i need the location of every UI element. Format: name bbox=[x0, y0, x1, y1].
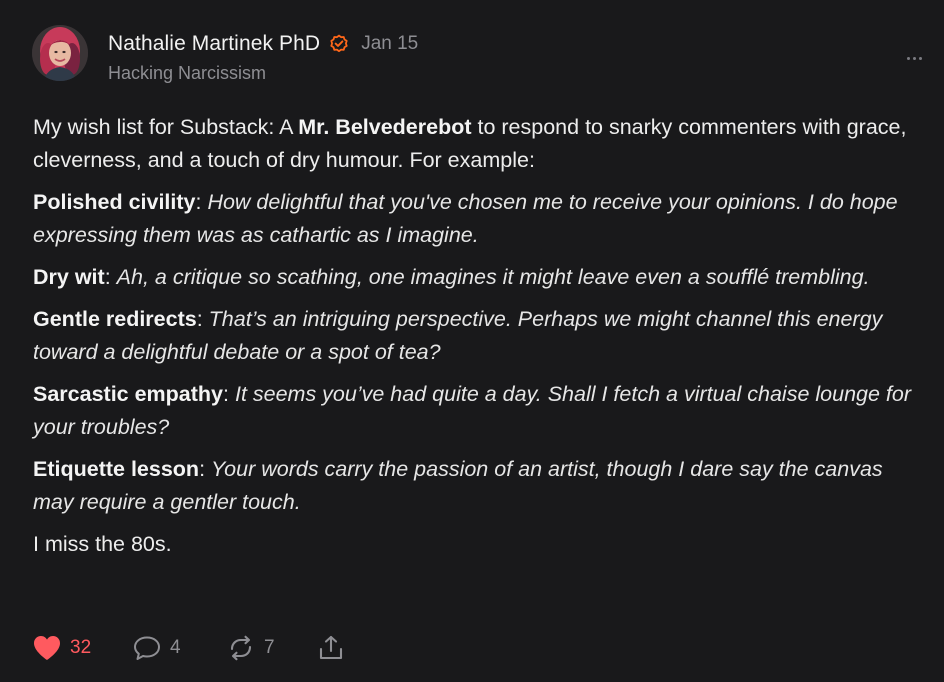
restack-button[interactable]: 7 bbox=[226, 630, 316, 666]
example-item: Dry wit: Ah, a critique so scathing, one… bbox=[33, 261, 928, 294]
example-separator: : bbox=[104, 265, 117, 289]
note-post: Nathalie Martinek PhD Jan 15 Hacking Nar… bbox=[0, 0, 944, 682]
comment-button[interactable]: 4 bbox=[132, 630, 226, 666]
example-item: Gentle redirects: That’s an intriguing p… bbox=[33, 303, 928, 369]
more-options-button[interactable] bbox=[900, 48, 928, 68]
intro-bold: Mr. Belvederebot bbox=[298, 115, 472, 139]
example-label: Sarcastic empathy bbox=[33, 382, 224, 406]
restack-count: 7 bbox=[264, 637, 275, 658]
like-count: 32 bbox=[70, 637, 92, 658]
example-label: Dry wit bbox=[33, 265, 105, 289]
post-intro: My wish list for Substack: A Mr. Belvede… bbox=[33, 111, 928, 177]
avatar-portrait-image bbox=[32, 25, 88, 81]
ellipsis-dot bbox=[918, 56, 922, 60]
comment-icon bbox=[132, 634, 162, 662]
example-label: Polished civility bbox=[33, 190, 196, 214]
example-text: Ah, a critique so scathing, one imagines… bbox=[116, 265, 870, 289]
share-icon bbox=[316, 634, 346, 662]
ellipsis-dot bbox=[912, 56, 916, 60]
example-separator: : bbox=[223, 382, 235, 406]
example-item: Etiquette lesson: Your words carry the p… bbox=[33, 453, 928, 519]
restack-icon bbox=[226, 634, 256, 662]
post-closing: I miss the 80s. bbox=[33, 532, 172, 556]
publication-name[interactable]: Hacking Narcissism bbox=[108, 63, 266, 84]
example-separator: : bbox=[196, 307, 209, 331]
post-date[interactable]: Jan 15 bbox=[361, 33, 418, 55]
author-header: Nathalie Martinek PhD Jan 15 bbox=[108, 29, 418, 59]
share-button[interactable] bbox=[316, 630, 356, 666]
example-label: Gentle redirects bbox=[33, 307, 197, 331]
intro-text: My wish list for Substack: A bbox=[33, 115, 299, 139]
post-body: My wish list for Substack: A Mr. Belvede… bbox=[33, 111, 928, 570]
comment-count: 4 bbox=[170, 637, 181, 658]
post-actions-bar: 32 4 7 bbox=[32, 630, 356, 666]
example-separator: : bbox=[199, 457, 212, 481]
example-item: Sarcastic empathy: It seems you’ve had q… bbox=[33, 378, 928, 444]
ellipsis-icon bbox=[906, 56, 910, 60]
author-avatar[interactable] bbox=[32, 25, 88, 81]
author-name[interactable]: Nathalie Martinek PhD bbox=[108, 32, 320, 56]
example-label: Etiquette lesson bbox=[33, 457, 200, 481]
verified-badge-icon bbox=[329, 34, 349, 54]
example-separator: : bbox=[195, 190, 208, 214]
heart-icon bbox=[32, 634, 62, 662]
like-button[interactable]: 32 bbox=[32, 630, 132, 666]
example-item: Polished civility: How delightful that y… bbox=[33, 186, 928, 252]
